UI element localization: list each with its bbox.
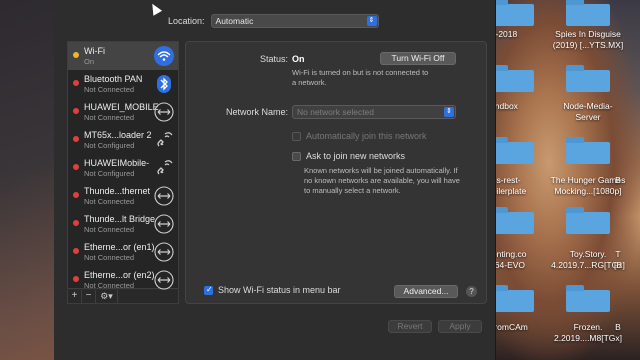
folder-icon[interactable]: [490, 285, 534, 312]
service-status: Not Connected: [84, 253, 135, 262]
location-value: Automatic: [215, 16, 254, 26]
ethernet-arrows-icon: [154, 186, 174, 206]
ask-join-checkbox[interactable]: Ask to join new networks: [292, 151, 405, 161]
status-value: On: [292, 54, 305, 64]
bluetooth-icon: [154, 74, 174, 94]
status-dot: [73, 108, 79, 114]
phone-modem-icon: [154, 130, 174, 150]
service-name: Thunde...lt Bridge: [84, 214, 156, 224]
service-name: HUAWEIMobile-: [84, 158, 150, 168]
status-description: Wi-Fi is turned on but is not connected …: [292, 68, 429, 87]
wifi-icon: [154, 46, 174, 66]
status-dot: [73, 220, 79, 226]
service-item[interactable]: Thunde...thernet Not Connected: [68, 182, 178, 210]
folder-icon[interactable]: [490, 137, 534, 164]
location-row: Location: Automatic ⇕: [168, 14, 379, 28]
apply-button[interactable]: Apply: [438, 320, 482, 333]
service-item[interactable]: Thunde...lt Bridge Not Connected: [68, 210, 178, 238]
folder-icon[interactable]: [490, 0, 534, 26]
auto-join-checkbox[interactable]: Automatically join this network: [292, 131, 427, 141]
network-name-select[interactable]: No network selected ⇕: [292, 105, 456, 119]
desktop-item-label[interactable]: Node-Media- Server: [546, 101, 630, 123]
service-name: Wi-Fi: [84, 46, 105, 56]
ask-join-label: Ask to join new networks: [306, 151, 406, 161]
status-dot: [73, 80, 79, 86]
service-status: Not Configured: [84, 141, 135, 150]
service-name: MT65x...loader 2: [84, 130, 152, 140]
service-name: Etherne...or (en1): [84, 242, 155, 252]
chevron-updown-icon: ⇕: [366, 16, 377, 26]
folder-icon[interactable]: [566, 137, 610, 164]
folder-icon[interactable]: [566, 285, 610, 312]
revert-button[interactable]: Revert: [388, 320, 432, 333]
checkbox-box: [292, 131, 301, 141]
service-name: HUAWEI_MOBILE: [84, 102, 159, 112]
service-item[interactable]: MT65x...loader 2 Not Configured: [68, 126, 178, 154]
service-item[interactable]: HUAWEIMobile- Not Configured: [68, 154, 178, 182]
gear-menu-button[interactable]: ⚙▾: [96, 290, 118, 303]
ethernet-arrows-icon: [154, 242, 174, 262]
status-dot: [73, 276, 79, 282]
service-name: Etherne...or (en2): [84, 270, 155, 280]
wifi-detail-panel: Status: On Turn Wi-Fi Off Wi-Fi is turne…: [185, 41, 487, 304]
checkbox-box: [204, 285, 213, 295]
service-item[interactable]: Wi-Fi On: [68, 42, 178, 70]
desktop-item-label[interactable]: B: [588, 322, 640, 333]
status-dot: [73, 248, 79, 254]
turn-wifi-off-button[interactable]: Turn Wi-Fi Off: [380, 52, 456, 65]
ethernet-arrows-icon: [154, 214, 174, 234]
show-wifi-status-checkbox[interactable]: Show Wi-Fi status in menu bar: [204, 285, 341, 295]
service-name: Thunde...thernet: [84, 186, 151, 196]
help-icon[interactable]: ?: [466, 286, 477, 297]
service-status: Not Connected: [84, 197, 135, 206]
add-service-button[interactable]: +: [68, 290, 82, 303]
auto-join-label: Automatically join this network: [306, 131, 427, 141]
chevron-updown-icon: ⇕: [444, 107, 454, 117]
desktop-item-label[interactable]: Spies In Disguise (2019) [...YTS.MX]: [546, 29, 630, 51]
status-dot: [73, 192, 79, 198]
folder-icon[interactable]: [490, 207, 534, 234]
ask-join-description: Known networks will be joined automatica…: [304, 166, 460, 195]
phone-modem-icon: [154, 158, 174, 178]
desktop-wallpaper: p-2018 Spies In Disguise (2019) [...YTS.M…: [480, 0, 640, 360]
service-name: Bluetooth PAN: [84, 74, 143, 84]
service-status: Not Connected: [84, 225, 135, 234]
service-item[interactable]: HUAWEI_MOBILE Not Connected: [68, 98, 178, 126]
location-label: Location:: [168, 16, 205, 26]
status-dot: [73, 136, 79, 142]
network-service-list[interactable]: Wi-Fi On Bluetooth PAN Not Connected HUAWEI_…: [67, 41, 179, 290]
network-preferences-window: Location: Automatic ⇕ Wi-Fi On Bluetooth P…: [54, 0, 496, 360]
status-label: Status:: [259, 54, 288, 64]
checkbox-box: [292, 151, 301, 161]
ethernet-arrows-icon: [154, 270, 174, 290]
service-item[interactable]: Bluetooth PAN Not Connected: [68, 70, 178, 98]
network-name-label: Network Name:: [225, 107, 288, 117]
location-select[interactable]: Automatic ⇕: [210, 14, 379, 28]
service-item[interactable]: Etherne...or (en1) Not Connected: [68, 238, 178, 266]
service-status: Not Connected: [84, 281, 135, 290]
service-status: Not Connected: [84, 113, 135, 122]
show-wifi-status-label: Show Wi-Fi status in menu bar: [218, 285, 341, 295]
folder-icon[interactable]: [566, 207, 610, 234]
status-dot: [73, 52, 79, 58]
folder-icon[interactable]: [566, 65, 610, 92]
folder-icon[interactable]: [566, 0, 610, 26]
advanced-button[interactable]: Advanced...: [394, 285, 458, 298]
remove-service-button[interactable]: −: [82, 290, 96, 303]
folder-icon[interactable]: [490, 65, 534, 92]
service-status: Not Configured: [84, 169, 135, 178]
service-status: Not Connected: [84, 85, 135, 94]
status-dot: [73, 164, 79, 170]
ethernet-arrows-icon: [154, 102, 174, 122]
network-name-placeholder: No network selected: [297, 107, 375, 117]
service-list-toolbar: + − ⚙▾: [67, 290, 179, 304]
desktop-item-label[interactable]: T [B: [588, 249, 640, 271]
service-status: On: [84, 57, 95, 66]
desktop-item-label[interactable]: B: [588, 175, 640, 186]
